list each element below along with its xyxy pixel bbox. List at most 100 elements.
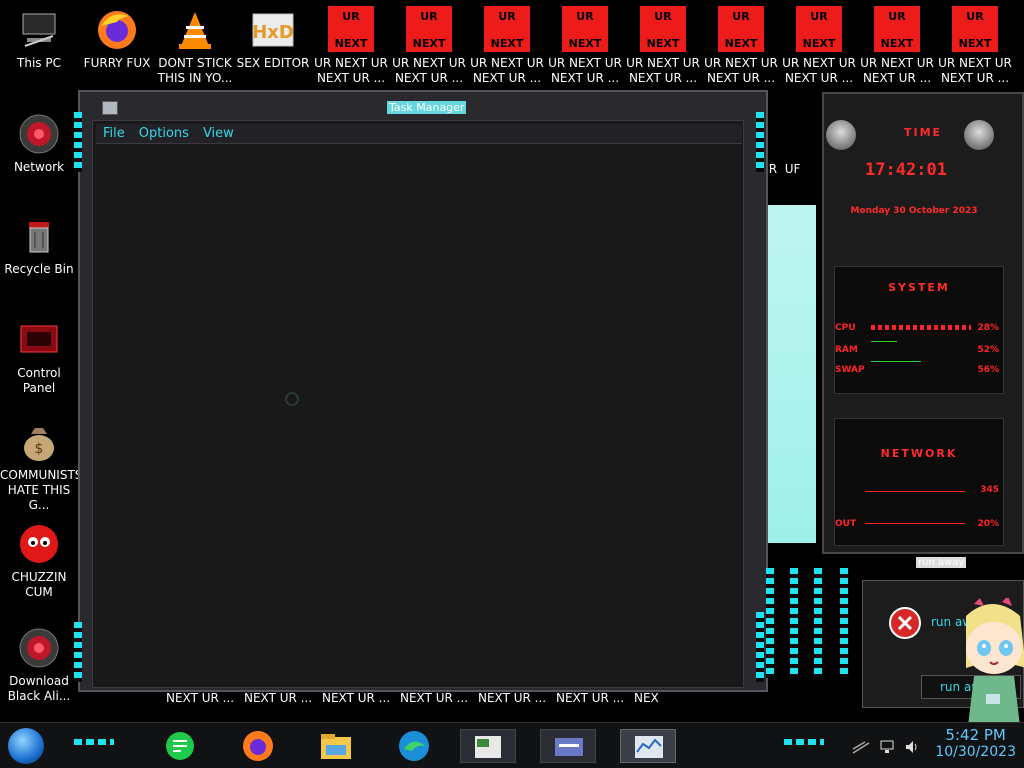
ur-icon-top-text: UR xyxy=(420,10,438,23)
desktop-icon-this-pc[interactable]: This PC xyxy=(0,8,78,71)
desktop-icon-label: UR NEXT UR xyxy=(782,56,856,70)
desktop-icon-network[interactable]: Network xyxy=(0,112,78,175)
hxd-icon: HxD xyxy=(252,13,294,47)
control-panel-taskbar-button[interactable] xyxy=(540,729,596,763)
desktop-icon-label: UR NEXT UR xyxy=(860,56,934,70)
desktop-icon-ur-next[interactable]: UR NEXT UR NEXT UR NEXT UR ... xyxy=(390,6,468,86)
swap-line xyxy=(871,361,921,362)
desktop-icon-ur-next[interactable]: UR NEXT UR NEXT UR NEXT UR ... xyxy=(936,6,1014,86)
start-button[interactable] xyxy=(8,728,44,764)
desktop-icon-label: Control Panel xyxy=(17,366,61,395)
desktop-icon-label: UR NEXT UR xyxy=(548,56,622,70)
ur-next-image-icon: UR NEXT xyxy=(796,6,842,52)
control-panel-icon xyxy=(20,325,58,353)
task-manager-window[interactable]: Task Manager File Options View xyxy=(74,90,768,692)
desktop-icon-label: UR NEXT UR xyxy=(938,56,1012,70)
vlc-icon xyxy=(179,12,211,49)
ur-icon-top-text: UR xyxy=(888,10,906,23)
notification-chevron-icon[interactable] xyxy=(852,741,870,755)
firefox-taskbar-button[interactable] xyxy=(240,729,276,763)
desktop-icon-ur-next[interactable]: UR NEXT UR NEXT UR NEXT UR ... xyxy=(624,6,702,86)
desktop-icon-label[interactable]: NEX xyxy=(634,691,659,705)
desktop-icon-download-black-alien[interactable]: Download Black Ali... xyxy=(0,626,78,704)
task-manager-taskbar-button[interactable] xyxy=(460,729,516,763)
desktop-icon-label: NEXT UR ... xyxy=(628,71,698,85)
desktop-icon-label[interactable]: NEXT UR ... xyxy=(478,691,546,705)
ur-next-image-icon: UR NEXT xyxy=(718,6,764,52)
system-panel: SYSTEM CPU 28% RAM 52% SWAP 56% xyxy=(834,266,1004,394)
frame-right-light xyxy=(756,112,764,172)
window-title: Task Manager xyxy=(387,101,467,114)
ram-value: 52% xyxy=(977,345,999,355)
desktop-icon-ur-next[interactable]: UR NEXT UR NEXT UR NEXT UR ... xyxy=(702,6,780,86)
desktop-icon-label: NEXT UR ... xyxy=(472,71,542,85)
volume-tray-icon[interactable] xyxy=(904,739,920,755)
desktop-icon-label[interactable]: NEXT UR ... xyxy=(400,691,468,705)
ur-next-image-icon: UR NEXT xyxy=(406,6,452,52)
frame-left-light xyxy=(74,622,82,682)
svg-text:$: $ xyxy=(35,441,44,457)
network-out-value: 20% xyxy=(977,519,999,529)
network-panel: NETWORK 345 OUT 20% xyxy=(834,418,1004,546)
ur-icon-bottom-text: NEXT xyxy=(412,37,446,50)
ur-icon-top-text: UR xyxy=(654,10,672,23)
ur-icon-top-text: UR xyxy=(732,10,750,23)
desktop-icon-label: CHUZZIN CUM xyxy=(11,570,67,599)
ur-icon-top-text: UR xyxy=(342,10,360,23)
ur-icon-bottom-text: NEXT xyxy=(802,37,836,50)
desktop-icon-label: UR NEXT UR xyxy=(626,56,700,70)
desktop-icon-label: FURRY FUX xyxy=(83,56,151,70)
desktop-icon-label: UR NEXT UR xyxy=(314,56,388,70)
desktop-icon-label[interactable]: NEXT UR ... xyxy=(322,691,390,705)
desktop-icon-ur-next[interactable]: UR NEXT UR NEXT UR NEXT UR ... xyxy=(858,6,936,86)
alienware-icon xyxy=(19,628,59,668)
desktop-icon-furry-fux[interactable]: FURRY FUX xyxy=(78,8,156,71)
ur-next-image-icon: UR NEXT xyxy=(952,6,998,52)
desktop-icon-recycle-bin[interactable]: Recycle Bin xyxy=(0,214,78,277)
ur-next-image-icon: UR NEXT xyxy=(328,6,374,52)
performance-taskbar-button[interactable] xyxy=(620,729,676,763)
menu-bar: File Options View xyxy=(96,124,742,144)
frame-light xyxy=(790,568,798,678)
red-chuzzle-icon xyxy=(20,525,58,563)
ram-line xyxy=(871,341,897,342)
desktop-icon-dont-stick[interactable]: DONT STICK THIS IN YO... xyxy=(156,8,234,86)
desktop-icon-label: COMMUNISTS HATE THIS G... xyxy=(0,468,83,512)
taskbar-clock[interactable]: 5:42 PM 10/30/2023 xyxy=(935,726,1016,760)
network-in-value: 345 xyxy=(980,485,999,495)
desktop-icon-label[interactable]: NEXT UR ... xyxy=(556,691,624,705)
menu-file[interactable]: File xyxy=(96,126,132,141)
ur-icon-bottom-text: NEXT xyxy=(958,37,992,50)
swap-label: SWAP xyxy=(835,365,865,375)
desktop-icon-label: This PC xyxy=(17,56,61,70)
desktop-icon-label: SEX EDITOR xyxy=(236,56,310,70)
cartoon-character-overlay xyxy=(966,598,1024,726)
this-pc-icon xyxy=(22,13,56,47)
file-explorer-icon xyxy=(321,734,351,759)
menu-view[interactable]: View xyxy=(196,126,241,141)
ur-icon-bottom-text: NEXT xyxy=(490,37,524,50)
desktop-icon-label: NEXT UR ... xyxy=(550,71,620,85)
desktop-icon-communists[interactable]: $ COMMUNISTS HATE THIS G... xyxy=(0,420,83,513)
file-explorer-taskbar-button[interactable] xyxy=(318,729,354,763)
task-manager-content xyxy=(92,120,744,688)
desktop-icon-control-panel[interactable]: Control Panel xyxy=(0,318,78,396)
desktop-icon-label: NEXT UR ... xyxy=(862,71,932,85)
edge-taskbar-button[interactable] xyxy=(396,729,432,763)
desktop-icon-ur-next[interactable]: UR NEXT UR NEXT UR NEXT UR ... xyxy=(468,6,546,86)
menu-options[interactable]: Options xyxy=(132,126,196,141)
network-tray-icon[interactable] xyxy=(880,739,896,755)
ur-icon-top-text: UR xyxy=(966,10,984,23)
desktop-icon-chuzzin[interactable]: CHUZZIN CUM xyxy=(0,522,78,600)
edge-icon xyxy=(399,731,429,761)
teams-taskbar-button[interactable] xyxy=(162,729,198,763)
desktop-icon-ur-next[interactable]: UR NEXT UR NEXT UR NEXT UR ... xyxy=(780,6,858,86)
desktop-icon-label[interactable]: NEXT UR ... xyxy=(166,691,234,705)
clock-date: 10/30/2023 xyxy=(935,744,1016,760)
desktop-icon-ur-next[interactable]: UR NEXT UR NEXT UR NEXT UR ... xyxy=(312,6,390,86)
network-out-line xyxy=(865,523,965,524)
desktop-icon-sex-editor[interactable]: HxD SEX EDITOR xyxy=(234,8,312,71)
desktop-icon-label: UR NEXT UR xyxy=(392,56,466,70)
desktop-icon-label[interactable]: NEXT UR ... xyxy=(244,691,312,705)
desktop-icon-ur-next[interactable]: UR NEXT UR NEXT UR NEXT UR ... xyxy=(546,6,624,86)
